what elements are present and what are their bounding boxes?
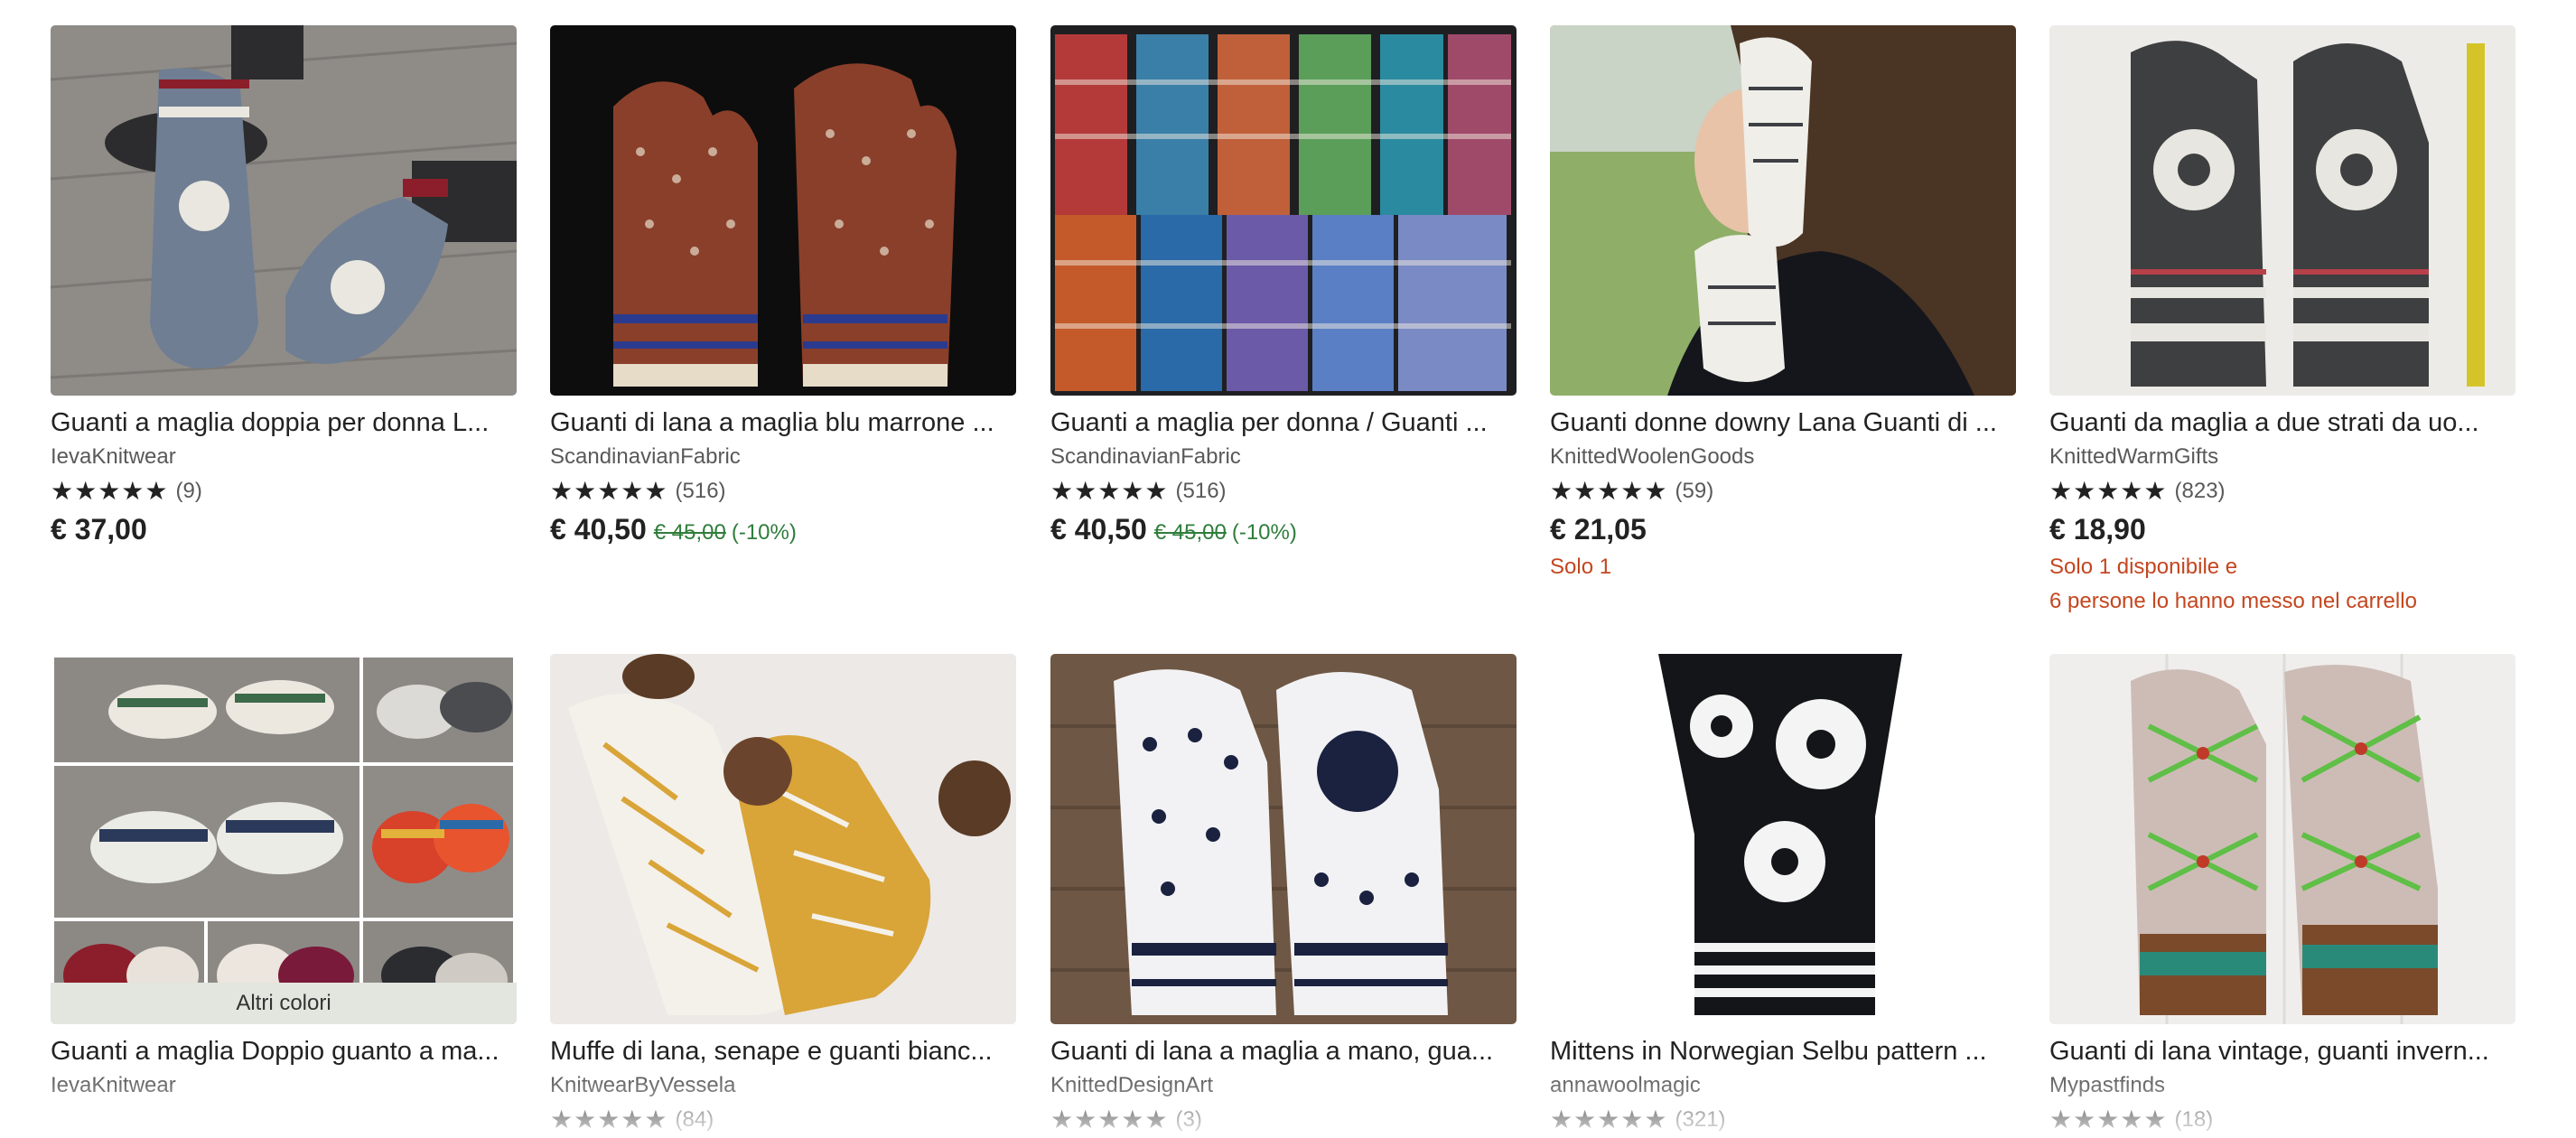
collage-cell (54, 766, 359, 918)
price: € 18,90 (2049, 513, 2146, 546)
star-rating-icon: ★★★★★ (2049, 1105, 2168, 1133)
listing-card[interactable]: Guanti donne downy Lana Guanti di ... Kn… (1550, 25, 2016, 584)
listing-card[interactable]: Guanti di lana vintage, guanti invern...… (2049, 654, 2515, 1134)
price-row: € 37,00 (51, 513, 517, 546)
shop-name[interactable]: IevaKnitwear (51, 1071, 517, 1100)
product-image[interactable] (2049, 654, 2515, 1024)
listing-title[interactable]: Guanti da maglia a due strati da uo... (2049, 405, 2515, 441)
image-collage (51, 654, 517, 1024)
listing-card[interactable]: Altri colori Guanti a maglia Doppio guan… (51, 654, 517, 1100)
price: € 40,50 (1050, 513, 1147, 546)
product-image[interactable] (1550, 654, 2016, 1024)
listing-grid: Guanti a maglia doppia per donna L... Ie… (0, 0, 2576, 1138)
rating: ★★★★★ (9) (51, 477, 517, 506)
discount: (-10%) (731, 520, 797, 545)
product-image[interactable] (550, 25, 1016, 396)
shop-name[interactable]: KnittedWoolenGoods (1550, 443, 2016, 471)
rating: ★★★★★ (321) (1550, 1105, 2016, 1134)
product-image[interactable] (51, 25, 517, 396)
shop-name[interactable]: IevaKnitwear (51, 443, 517, 471)
listing-title[interactable]: Guanti di lana vintage, guanti invern... (2049, 1033, 2515, 1069)
listing-card[interactable]: Guanti a maglia per donna / Guanti ... S… (1050, 25, 1517, 546)
review-count: (321) (1675, 1107, 1726, 1132)
star-rating-icon: ★★★★★ (2049, 477, 2168, 505)
listing-card[interactable]: Guanti di lana a maglia blu marrone ... … (550, 25, 1016, 546)
shop-name[interactable]: KnitwearByVessela (550, 1071, 1016, 1100)
collage-cell (363, 658, 513, 762)
listing-title[interactable]: Guanti a maglia doppia per donna L... (51, 405, 517, 441)
shop-name[interactable]: KnittedWarmGifts (2049, 443, 2515, 471)
review-count: (84) (675, 1107, 714, 1132)
star-rating-icon: ★★★★★ (550, 477, 668, 505)
price: € 21,05 (1550, 513, 1647, 546)
product-image[interactable] (1550, 25, 2016, 396)
rating: ★★★★★ (84) (550, 1105, 1016, 1134)
star-rating-icon: ★★★★★ (1550, 1105, 1668, 1133)
cart-note: 6 persone lo hanno messo nel carrello (2049, 589, 2417, 613)
stock-note: Solo 1 (1550, 555, 1612, 579)
product-image[interactable] (1050, 654, 1517, 1024)
more-colors-button[interactable]: Altri colori (51, 983, 517, 1024)
listing-title[interactable]: Guanti di lana a maglia blu marrone ... (550, 405, 1016, 441)
price: € 40,50 (550, 513, 647, 546)
rating: ★★★★★ (823) (2049, 477, 2515, 506)
star-rating-icon: ★★★★★ (550, 1105, 668, 1133)
listing-title[interactable]: Mittens in Norwegian Selbu pattern ... (1550, 1033, 2016, 1069)
stock-note: Solo 1 disponibile e (2049, 555, 2238, 579)
shop-name[interactable]: annawoolmagic (1550, 1071, 2016, 1100)
collage-cell (363, 766, 513, 918)
price-row: € 40,50 € 45,00 (-10%) (550, 513, 1016, 546)
listing-title[interactable]: Guanti a maglia Doppio guanto a ma... (51, 1033, 517, 1069)
review-count: (516) (675, 479, 726, 503)
price-row: € 18,90 (2049, 513, 2515, 546)
original-price: € 45,00 (1153, 520, 1227, 545)
rating: ★★★★★ (18) (2049, 1105, 2515, 1134)
listing-title[interactable]: Muffe di lana, senape e guanti bianc... (550, 1033, 1016, 1069)
review-count: (9) (175, 479, 202, 503)
review-count: (516) (1175, 479, 1227, 503)
price-row: € 21,05 (1550, 513, 2016, 546)
star-rating-icon: ★★★★★ (51, 477, 169, 505)
product-image-collage[interactable]: Altri colori (51, 654, 517, 1024)
shop-name[interactable]: ScandinavianFabric (550, 443, 1016, 471)
rating: ★★★★★ (59) (1550, 477, 2016, 506)
star-rating-icon: ★★★★★ (1550, 477, 1668, 505)
listing-card[interactable]: Muffe di lana, senape e guanti bianc... … (550, 654, 1016, 1134)
shop-name[interactable]: KnittedDesignArt (1050, 1071, 1517, 1100)
star-rating-icon: ★★★★★ (1050, 1105, 1169, 1133)
review-count: (59) (1675, 479, 1714, 503)
shop-name[interactable]: Mypastfinds (2049, 1071, 2515, 1100)
original-price: € 45,00 (653, 520, 726, 545)
discount: (-10%) (1231, 520, 1297, 545)
price: € 37,00 (51, 513, 147, 546)
star-rating-icon: ★★★★★ (1050, 477, 1169, 505)
shop-name[interactable]: ScandinavianFabric (1050, 443, 1517, 471)
product-image[interactable] (550, 654, 1016, 1024)
listing-title[interactable]: Guanti a maglia per donna / Guanti ... (1050, 405, 1517, 441)
review-count: (3) (1175, 1107, 1202, 1132)
product-image[interactable] (2049, 25, 2515, 396)
listing-card[interactable]: Guanti a maglia doppia per donna L... Ie… (51, 25, 517, 546)
rating: ★★★★★ (516) (550, 477, 1016, 506)
price-row: € 40,50 € 45,00 (-10%) (1050, 513, 1517, 546)
rating: ★★★★★ (516) (1050, 477, 1517, 506)
review-count: (823) (2174, 479, 2226, 503)
product-image[interactable] (1050, 25, 1517, 396)
listing-title[interactable]: Guanti donne downy Lana Guanti di ... (1550, 405, 2016, 441)
listing-card[interactable]: Guanti da maglia a due strati da uo... K… (2049, 25, 2515, 619)
listing-card[interactable]: Guanti di lana a maglia a mano, gua... K… (1050, 654, 1517, 1134)
rating: ★★★★★ (3) (1050, 1105, 1517, 1134)
listing-title[interactable]: Guanti di lana a maglia a mano, gua... (1050, 1033, 1517, 1069)
listing-card[interactable]: Mittens in Norwegian Selbu pattern ... a… (1550, 654, 2016, 1134)
collage-cell (54, 658, 359, 762)
review-count: (18) (2174, 1107, 2214, 1132)
